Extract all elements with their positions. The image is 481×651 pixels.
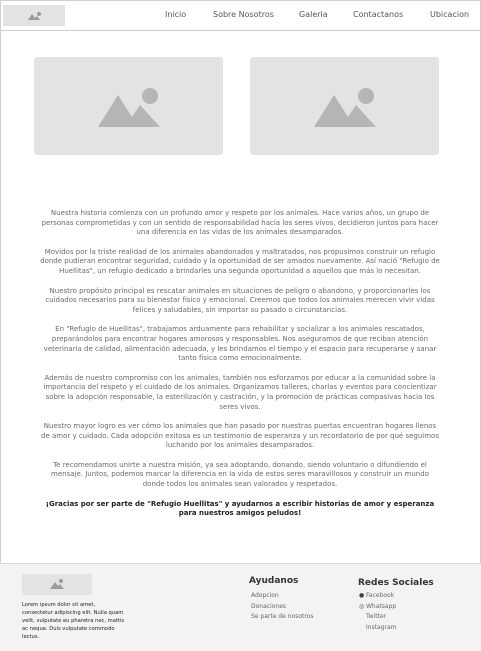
footer-link-twitter[interactable]: Twitter: [359, 612, 397, 623]
image-placeholder-icon: [314, 88, 376, 127]
footer-link-facebook[interactable]: ● Facebook: [359, 591, 397, 602]
footer-link-label: Facebook: [366, 592, 395, 599]
gallery-image-2: [250, 57, 439, 155]
nav-ubicacion[interactable]: Ubicacion: [430, 10, 469, 19]
footer-link-donaciones[interactable]: Donaciones: [251, 602, 313, 613]
story-paragraph: En "Refugio de Huellitas", trabajamos ar…: [43, 325, 437, 363]
footer-ayudanos-title: Ayudanos: [249, 576, 299, 586]
nav-contactanos[interactable]: Contactanos: [353, 10, 403, 19]
footer-redes-list: ● Facebook ◎ Whatsapp Twitter Instagram: [359, 591, 397, 633]
footer-link-whatsapp[interactable]: ◎ Whatsapp: [359, 602, 397, 613]
story-paragraph: Nuestro propósito principal es rescatar …: [45, 286, 435, 314]
image-placeholder-icon: [28, 12, 41, 20]
header-divider: [0, 30, 481, 31]
footer-link-label: Whatsapp: [366, 602, 397, 610]
story-paragraph: Además de nuestro compromiso con los ani…: [43, 373, 437, 411]
story-paragraph: Te recomendamos unirte a nuestra misión,…: [51, 460, 429, 489]
nav-sobre-nosotros[interactable]: Sobre Nosotros: [213, 10, 274, 19]
nav-galeria[interactable]: Galeria: [299, 10, 328, 19]
image-placeholder-icon: [98, 88, 160, 127]
gallery-image-1: [34, 57, 223, 155]
story-paragraph: Nuestra historia comienza con un profund…: [41, 209, 439, 237]
closing-message: ¡Gracias por ser parte de "Refugio Huell…: [45, 499, 435, 518]
nav-inicio[interactable]: Inicio: [165, 10, 186, 19]
facebook-icon: ●: [359, 592, 365, 599]
footer-link-label: Instagram: [366, 623, 397, 631]
story-section: Nuestra historia comienza con un profund…: [40, 209, 440, 529]
footer-link-label: Twitter: [366, 613, 387, 620]
footer-redes-title: Redes Sociales: [358, 578, 434, 588]
image-placeholder-icon: [50, 579, 64, 589]
story-paragraph: Nuestro mayor logro es ver cómo los anim…: [41, 422, 439, 450]
story-paragraph: Movidos por la triste realidad de los an…: [40, 247, 440, 275]
footer-ayudanos-list: Adopcion Donaciones Se parte de nosotros: [251, 591, 313, 623]
footer-link-instagram[interactable]: Instagram: [359, 623, 397, 634]
footer-link-adopcion[interactable]: Adopcion: [251, 591, 313, 602]
footer-logo[interactable]: [22, 574, 92, 595]
footer-link-se-parte[interactable]: Se parte de nosotros: [251, 612, 313, 623]
footer: Lorem ipsum dolor sit amet, consectetur …: [0, 563, 481, 651]
whatsapp-icon: ◎: [359, 602, 365, 610]
site-logo[interactable]: [3, 5, 65, 26]
footer-description: Lorem ipsum dolor sit amet, consectetur …: [22, 602, 125, 640]
